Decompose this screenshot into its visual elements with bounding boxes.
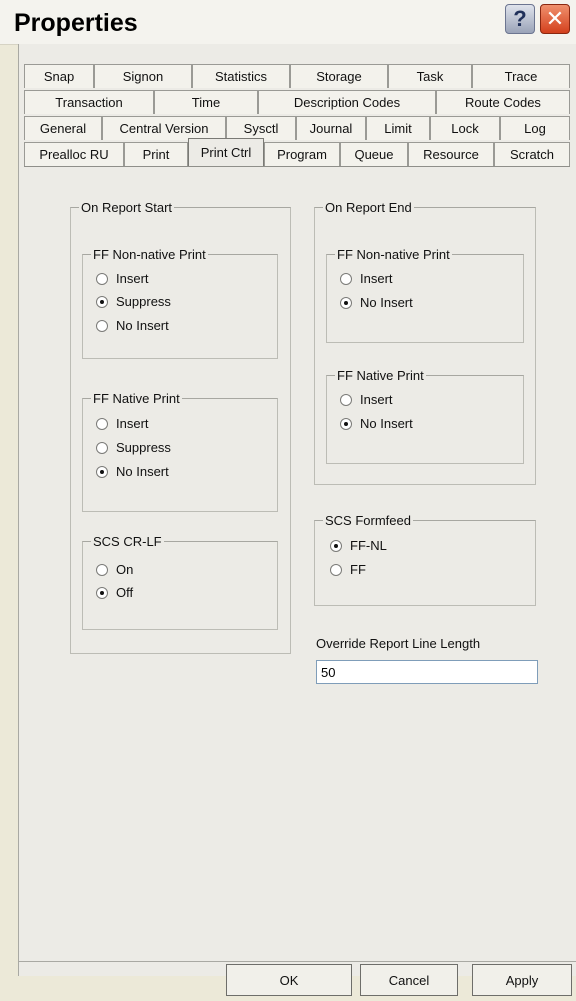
end-nonnative-noinsert-radio[interactable]: No Insert [340, 295, 413, 310]
tab-route-codes[interactable]: Route Codes [436, 90, 570, 114]
tab-print[interactable]: Print [124, 142, 188, 166]
radio-icon [330, 563, 342, 576]
ok-button[interactable]: OK [226, 964, 352, 996]
radio-label: Insert [360, 271, 393, 286]
start-ff-native-title: FF Native Print [93, 391, 180, 406]
tab-transaction[interactable]: Transaction [24, 90, 154, 114]
help-button[interactable]: ? [505, 4, 535, 34]
end-ff-non-native-title: FF Non-native Print [337, 247, 450, 262]
radio-selected-icon [96, 295, 108, 308]
tab-central-version[interactable]: Central Version [102, 116, 226, 140]
tab-snap[interactable]: Snap [24, 64, 94, 88]
radio-label: Insert [116, 416, 149, 431]
tab-description-codes[interactable]: Description Codes [258, 90, 436, 114]
scs-formfeed-ff-radio[interactable]: FF [330, 562, 366, 577]
radio-icon [96, 272, 108, 285]
apply-button[interactable]: Apply [472, 964, 572, 996]
start-nonnative-insert-radio[interactable]: Insert [96, 271, 149, 286]
radio-label: FF-NL [350, 538, 387, 553]
tab-sysctl[interactable]: Sysctl [226, 116, 296, 140]
tab-time[interactable]: Time [154, 90, 258, 114]
scs-crlf-off-radio[interactable]: Off [96, 585, 133, 600]
radio-label: No Insert [116, 464, 169, 479]
radio-selected-icon [340, 296, 352, 309]
tab-prealloc-ru[interactable]: Prealloc RU [24, 142, 124, 166]
start-nonnative-noinsert-radio[interactable]: No Insert [96, 318, 169, 333]
title-bar: Properties ? ✕ [0, 0, 576, 45]
radio-label: Insert [360, 392, 393, 407]
tab-log[interactable]: Log [500, 116, 570, 140]
report-end-title: On Report End [325, 200, 412, 215]
tab-lock[interactable]: Lock [430, 116, 500, 140]
tab-scratch[interactable]: Scratch [494, 142, 570, 166]
radio-label: Off [116, 585, 134, 600]
report-start-title: On Report Start [81, 200, 173, 215]
tab-signon[interactable]: Signon [94, 64, 192, 88]
radio-selected-icon [96, 465, 108, 478]
scs-crlf-title: SCS CR-LF [93, 534, 162, 549]
scs-formfeed-title: SCS Formfeed [325, 513, 411, 528]
tab-task[interactable]: Task [388, 64, 472, 88]
radio-icon [96, 563, 108, 576]
button-divider [18, 961, 576, 962]
end-ff-native-title: FF Native Print [337, 368, 424, 383]
radio-label: No Insert [360, 416, 413, 431]
close-icon: ✕ [545, 6, 565, 31]
scs-formfeed-ffnl-radio[interactable]: FF-NL [330, 538, 387, 553]
tab-general[interactable]: General [24, 116, 102, 140]
start-nonnative-suppress-radio[interactable]: Suppress [96, 294, 171, 309]
radio-selected-icon [96, 586, 108, 599]
tab-limit[interactable]: Limit [366, 116, 430, 140]
tab-row-4: Prealloc RU Print Print Ctrl Program Que… [24, 138, 570, 166]
radio-label: On [116, 562, 134, 577]
help-icon: ? [513, 6, 527, 31]
radio-icon [96, 441, 108, 454]
tab-program[interactable]: Program [264, 142, 340, 166]
radio-label: Insert [116, 271, 149, 286]
override-line-length-input[interactable] [316, 660, 538, 684]
tab-journal[interactable]: Journal [296, 116, 366, 140]
radio-label: Suppress [116, 294, 171, 309]
scs-formfeed-group: SCS Formfeed [314, 513, 536, 606]
radio-label: No Insert [116, 318, 169, 333]
tab-storage[interactable]: Storage [290, 64, 388, 88]
end-native-insert-radio[interactable]: Insert [340, 392, 393, 407]
tab-statistics[interactable]: Statistics [192, 64, 290, 88]
radio-label: FF [350, 562, 366, 577]
tab-row-2: Transaction Time Description Codes Route… [24, 90, 570, 114]
tab-queue[interactable]: Queue [340, 142, 408, 166]
tab-row-1: Snap Signon Statistics Storage Task Trac… [24, 64, 570, 88]
tab-divider [24, 166, 570, 167]
radio-icon [96, 417, 108, 430]
scs-crlf-group: SCS CR-LF [82, 534, 278, 630]
start-native-suppress-radio[interactable]: Suppress [96, 440, 171, 455]
radio-label: No Insert [360, 295, 413, 310]
start-ff-non-native-title: FF Non-native Print [93, 247, 206, 262]
start-native-noinsert-radio[interactable]: No Insert [96, 464, 169, 479]
cancel-button[interactable]: Cancel [360, 964, 458, 996]
start-native-insert-radio[interactable]: Insert [96, 416, 149, 431]
radio-icon [340, 393, 352, 406]
window-title: Properties [14, 9, 138, 37]
tab-print-ctrl[interactable]: Print Ctrl [188, 138, 264, 166]
radio-icon [96, 319, 108, 332]
radio-selected-icon [340, 417, 352, 430]
scs-crlf-on-radio[interactable]: On [96, 562, 133, 577]
override-line-length-label: Override Report Line Length [316, 636, 481, 651]
end-native-noinsert-radio[interactable]: No Insert [340, 416, 413, 431]
tab-resource[interactable]: Resource [408, 142, 494, 166]
radio-selected-icon [330, 539, 342, 552]
end-nonnative-insert-radio[interactable]: Insert [340, 271, 393, 286]
radio-label: Suppress [116, 440, 171, 455]
close-button[interactable]: ✕ [540, 4, 570, 34]
tab-trace[interactable]: Trace [472, 64, 570, 88]
radio-icon [340, 272, 352, 285]
tab-row-3: General Central Version Sysctl Journal L… [24, 116, 570, 140]
